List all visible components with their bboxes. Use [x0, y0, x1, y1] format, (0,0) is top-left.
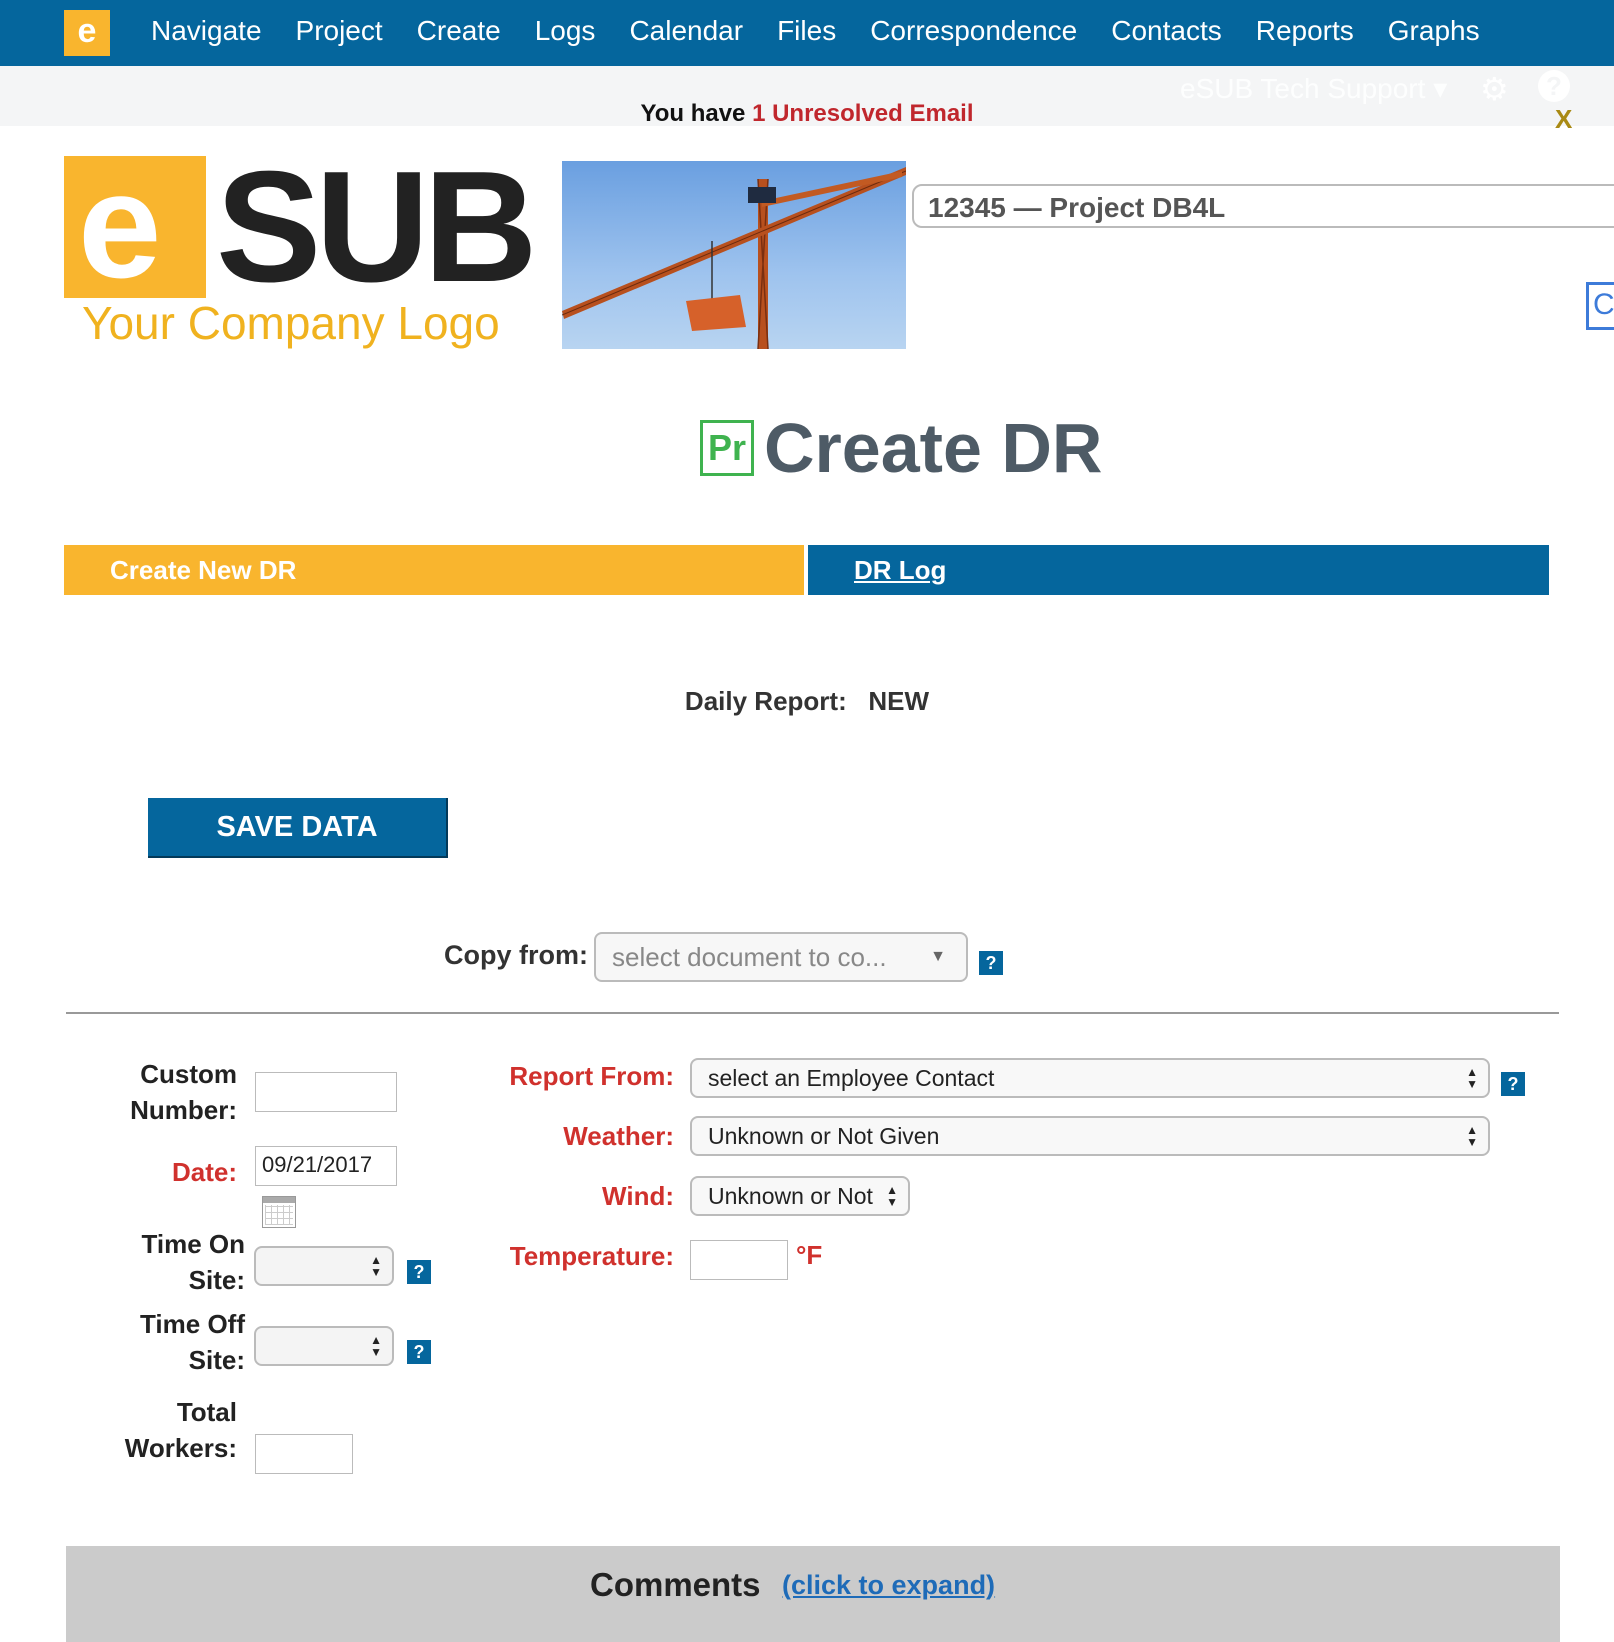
page-title: Pr Create DR — [700, 408, 1102, 488]
unresolved-email-link[interactable]: 1 Unresolved Email — [752, 100, 973, 127]
wind-label: Wind: — [602, 1181, 674, 1211]
time-off-label-line2: Site: — [188, 1345, 245, 1375]
tab-dr-log[interactable]: DR Log — [808, 545, 1549, 595]
wind-value: Unknown or Not — [708, 1183, 873, 1209]
nav-project[interactable]: Project — [279, 0, 400, 66]
time-off-site-label: Time Off Site: — [110, 1306, 245, 1378]
nav-files[interactable]: Files — [760, 0, 853, 66]
main-menu: Navigate Project Create Logs Calendar Fi… — [134, 0, 1497, 66]
comments-section-header: Comments (click to expand) — [66, 1546, 1560, 1642]
time-on-label-line1: Time On — [141, 1229, 245, 1259]
comments-expand-link[interactable]: (click to expand) — [782, 1570, 995, 1601]
weather-value: Unknown or Not Given — [708, 1123, 940, 1149]
select-arrows-icon: ▲ ▼ — [370, 1333, 382, 1359]
edge-button[interactable]: C — [1586, 282, 1614, 330]
comments-title: Comments — [590, 1566, 761, 1603]
dropdown-arrow-icon: ▼ — [930, 948, 946, 965]
total-workers-label-line2: Workers: — [124, 1433, 237, 1463]
select-arrows-icon: ▲ ▼ — [1466, 1065, 1478, 1091]
select-arrows-icon: ▲ ▼ — [886, 1183, 898, 1209]
logo-tagline: Your Company Logo — [82, 297, 500, 349]
time-on-help-icon[interactable]: ? — [407, 1260, 431, 1284]
logo-letter: e — [78, 141, 162, 309]
report-from-help-icon[interactable]: ? — [1501, 1072, 1525, 1096]
report-from-value: select an Employee Contact — [708, 1065, 995, 1091]
date-label: Date: — [171, 1157, 237, 1187]
time-off-label-line1: Time Off — [140, 1309, 245, 1339]
tab-create-new-dr[interactable]: Create New DR — [64, 545, 804, 595]
pr-module-icon: Pr — [700, 420, 754, 476]
nav-navigate[interactable]: Navigate — [134, 0, 279, 66]
section-divider — [66, 1012, 1559, 1014]
time-on-site-select[interactable]: ▲ ▼ — [254, 1246, 394, 1286]
custom-number-label-line2: Number: — [130, 1095, 237, 1125]
tab-bar: Create New DR DR Log — [64, 545, 1549, 595]
select-arrows-icon: ▲ ▼ — [370, 1253, 382, 1279]
nav-calendar[interactable]: Calendar — [612, 0, 760, 66]
time-on-site-label: Time On Site: — [110, 1226, 245, 1298]
report-from-label: Report From: — [509, 1061, 674, 1091]
nav-graphs[interactable]: Graphs — [1371, 0, 1497, 66]
project-selector[interactable]: 12345 — Project DB4L — [912, 184, 1614, 228]
top-nav-bar: e Navigate Project Create Logs Calendar … — [0, 0, 1614, 66]
save-data-button[interactable]: SAVE DATA — [148, 798, 448, 858]
nav-create[interactable]: Create — [400, 0, 518, 66]
temperature-input[interactable] — [690, 1240, 788, 1280]
temperature-unit: °F — [796, 1240, 823, 1270]
total-workers-input[interactable] — [255, 1434, 353, 1474]
logo-brand-text: SUB — [216, 139, 538, 315]
total-workers-label-line1: Total — [176, 1397, 237, 1427]
close-alert-button[interactable]: X — [1555, 104, 1572, 135]
temperature-label: Temperature: — [509, 1241, 674, 1271]
page-title-text: Create DR — [764, 409, 1103, 487]
copy-from-help-icon[interactable]: ? — [979, 951, 1003, 975]
weather-select[interactable]: Unknown or Not Given ▲ ▼ — [690, 1116, 1490, 1156]
report-from-select[interactable]: select an Employee Contact ▲ ▼ — [690, 1058, 1490, 1098]
nav-correspondence[interactable]: Correspondence — [853, 0, 1094, 66]
crane-photo — [562, 161, 906, 349]
weather-label: Weather: — [563, 1121, 674, 1151]
copy-from-placeholder: select document to co... — [612, 942, 887, 972]
time-off-site-select[interactable]: ▲ ▼ — [254, 1326, 394, 1366]
select-arrows-icon: ▲ ▼ — [1466, 1123, 1478, 1149]
nav-contacts[interactable]: Contacts — [1094, 0, 1239, 66]
total-workers-label: Total Workers: — [100, 1394, 237, 1466]
nav-reports[interactable]: Reports — [1239, 0, 1371, 66]
daily-report-status: Daily Report: NEW — [0, 686, 1614, 717]
alert-prefix: You have — [640, 100, 746, 127]
calendar-icon[interactable] — [262, 1196, 296, 1228]
logo-square: e — [64, 150, 206, 300]
copy-from-select[interactable]: select document to co... ▼ — [594, 932, 968, 982]
wind-select[interactable]: Unknown or Not ▲ ▼ — [690, 1176, 910, 1216]
esub-logo-letter: e — [77, 12, 97, 50]
daily-report-value: NEW — [868, 686, 930, 716]
unresolved-email-alert: You have 1 Unresolved Email — [0, 100, 1614, 128]
custom-number-label-line1: Custom — [140, 1059, 237, 1089]
esub-home-logo[interactable]: e — [64, 10, 110, 56]
company-logo: e SUB Your Company Logo — [64, 142, 559, 356]
time-on-label-line2: Site: — [188, 1265, 245, 1295]
crane-illustration — [562, 167, 906, 349]
custom-number-input[interactable] — [255, 1072, 397, 1112]
custom-number-label: Custom Number: — [100, 1056, 237, 1128]
time-off-help-icon[interactable]: ? — [407, 1340, 431, 1364]
nav-logs[interactable]: Logs — [518, 0, 613, 66]
help-icon[interactable]: ? — [1538, 70, 1570, 102]
copy-from-label: Copy from: — [444, 940, 588, 970]
date-input[interactable]: 09/21/2017 — [255, 1146, 397, 1186]
daily-report-label: Daily Report: — [684, 686, 847, 716]
